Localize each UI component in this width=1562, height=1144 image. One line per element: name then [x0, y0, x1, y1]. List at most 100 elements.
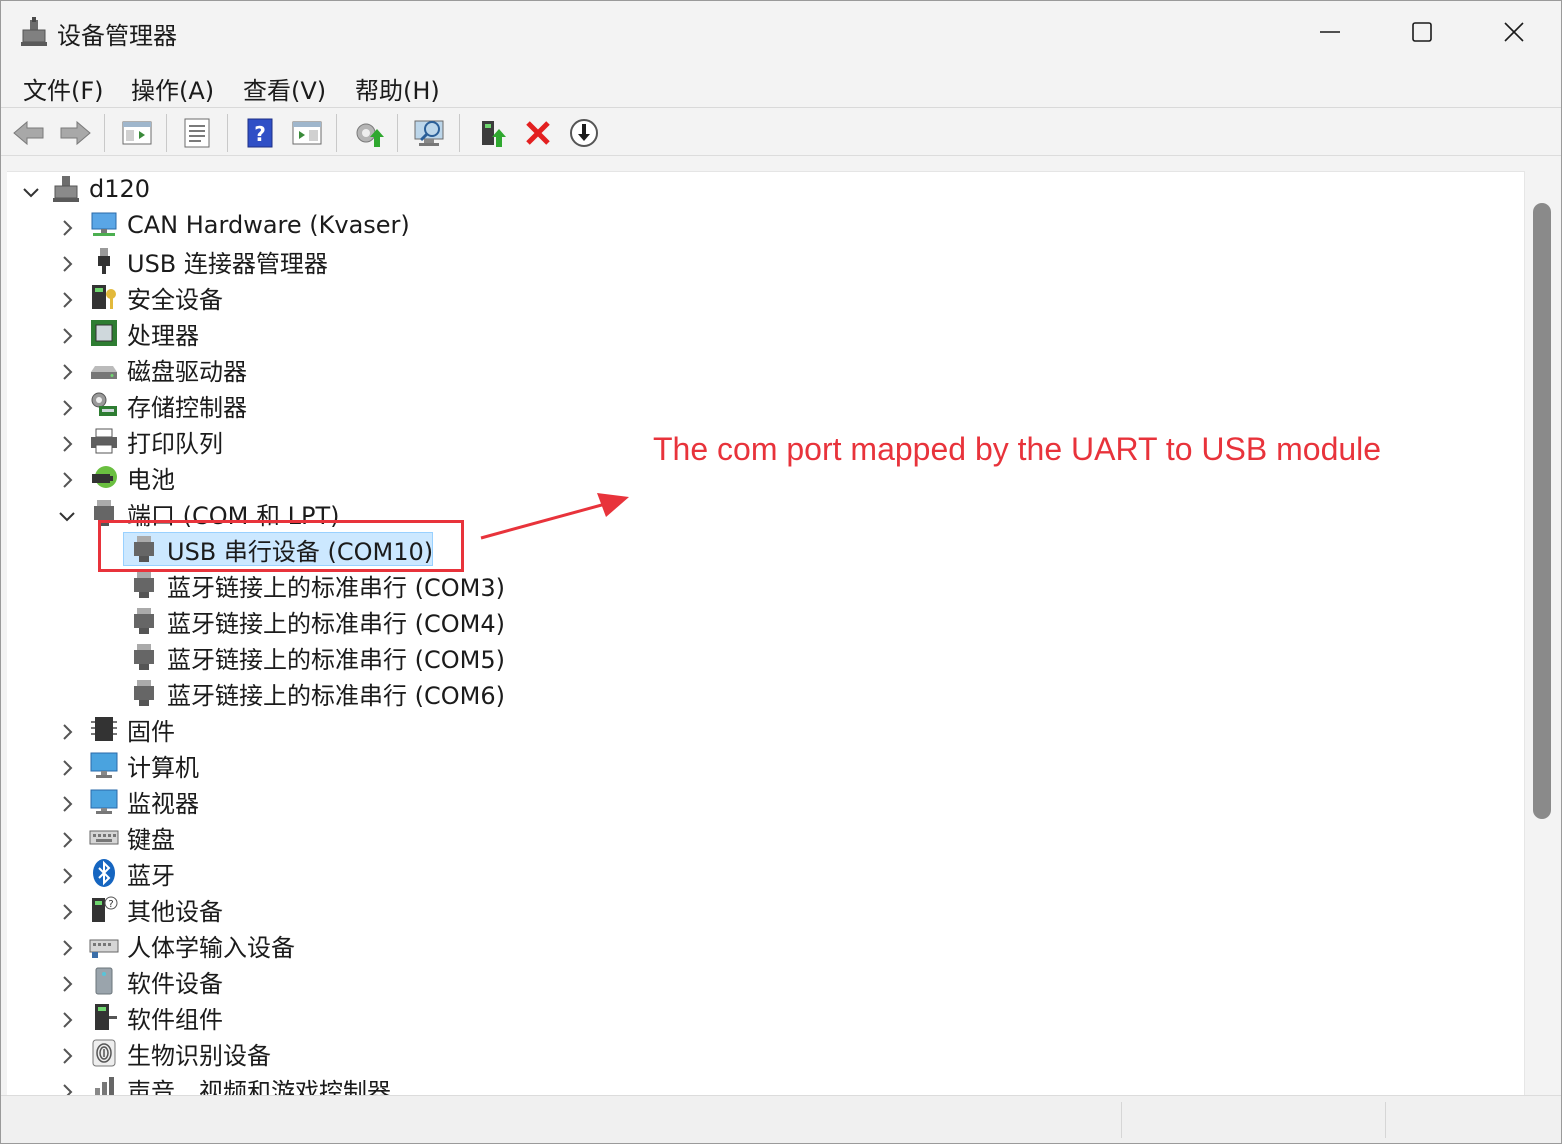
tree-item-storage-controllers[interactable]: 存储控制器	[89, 388, 247, 422]
tree-item-label: USB 连接器管理器	[127, 249, 328, 278]
chevron-right-icon[interactable]	[57, 794, 77, 814]
toolbar-separator	[227, 114, 228, 152]
status-cell	[1121, 1102, 1122, 1138]
storage-icon	[91, 392, 117, 416]
minimize-icon	[1320, 31, 1340, 33]
tree-item-label: 其他设备	[127, 897, 223, 926]
chevron-right-icon[interactable]	[57, 1082, 77, 1095]
tree-item-print-queues[interactable]: 打印队列	[89, 424, 223, 458]
tree-item-label: 生物识别设备	[127, 1041, 271, 1070]
battery-icon	[92, 466, 117, 488]
close-button[interactable]	[1468, 1, 1560, 63]
tree-item-can-hardware[interactable]: CAN Hardware (Kvaser)	[89, 208, 410, 242]
chevron-right-icon[interactable]	[57, 902, 77, 922]
menu-bar: 文件(F) 操作(A) 查看(V) 帮助(H)	[1, 63, 1561, 107]
chevron-right-icon[interactable]	[57, 974, 77, 994]
chevron-right-icon[interactable]	[57, 722, 77, 742]
action-pane-button[interactable]	[289, 116, 325, 150]
minimize-button[interactable]	[1284, 1, 1376, 63]
status-cell	[1385, 1102, 1386, 1138]
tree-item-software-devices[interactable]: 软件设备	[89, 964, 223, 998]
tree-item-security-devices[interactable]: 安全设备	[89, 280, 223, 314]
menu-file[interactable]: 文件(F)	[23, 71, 104, 106]
bluetooth-icon	[93, 859, 115, 887]
tree-item-biometric-devices[interactable]: 生物识别设备	[89, 1036, 271, 1070]
show-hide-tree-button[interactable]	[119, 116, 155, 150]
chevron-right-icon[interactable]	[57, 254, 77, 274]
status-bar	[1, 1095, 1561, 1143]
keyboard-icon	[89, 830, 119, 845]
chevron-right-icon[interactable]	[57, 218, 77, 238]
tree-item-hid[interactable]: 人体学输入设备	[89, 928, 295, 962]
tree-item-label: 固件	[127, 717, 175, 746]
update-driver-button[interactable]	[351, 116, 387, 150]
tree-item-disk-drives[interactable]: 磁盘驱动器	[89, 352, 247, 386]
forward-button[interactable]	[57, 116, 93, 150]
tree-root[interactable]: d120	[51, 172, 150, 206]
tree-item-batteries[interactable]: 电池	[89, 460, 175, 494]
chevron-right-icon[interactable]	[57, 362, 77, 382]
forward-icon	[60, 120, 91, 146]
chevron-right-icon[interactable]	[57, 290, 77, 310]
tree-item-sound-video-game[interactable]: 声音、视频和游戏控制器	[89, 1072, 391, 1095]
action-pane-icon	[292, 121, 322, 145]
properties-button[interactable]	[179, 116, 215, 150]
tree-item-bluetooth[interactable]: 蓝牙	[89, 856, 175, 890]
svg-text:?: ?	[254, 122, 266, 146]
enable-device-icon	[482, 121, 506, 147]
maximize-button[interactable]	[1376, 1, 1468, 63]
show-hide-tree-icon	[122, 121, 152, 145]
chevron-down-icon[interactable]	[21, 182, 41, 202]
tree-item-keyboards[interactable]: 键盘	[89, 820, 175, 854]
chevron-right-icon[interactable]	[57, 1010, 77, 1030]
back-button[interactable]	[11, 116, 47, 150]
tree-item-other-devices[interactable]: ? 其他设备	[89, 892, 223, 926]
tree-item-bt-serial-com3[interactable]: 蓝牙链接上的标准串行 (COM3)	[129, 568, 505, 602]
chevron-right-icon[interactable]	[57, 326, 77, 346]
maximize-icon	[1412, 22, 1432, 42]
help-button[interactable]: ?	[242, 116, 278, 150]
uninstall-icon	[526, 121, 550, 145]
enable-device-button[interactable]	[475, 116, 511, 150]
toolbar-separator	[166, 114, 167, 152]
annotation-highlight-box	[98, 520, 464, 572]
tree-item-label: 打印队列	[127, 429, 223, 458]
svg-text:?: ?	[108, 899, 113, 910]
serial-port-icon	[134, 680, 154, 706]
chevron-right-icon[interactable]	[57, 1046, 77, 1066]
tree-item-label: 安全设备	[127, 285, 223, 314]
tree-item-label: 计算机	[127, 753, 199, 782]
update-driver-icon	[356, 123, 384, 147]
monitor-icon	[90, 789, 118, 814]
menu-action[interactable]: 操作(A)	[131, 71, 214, 106]
tree-item-bt-serial-com6[interactable]: 蓝牙链接上的标准串行 (COM6)	[129, 676, 505, 710]
help-icon: ?	[247, 118, 273, 148]
chevron-right-icon[interactable]	[57, 830, 77, 850]
chevron-down-icon[interactable]	[57, 506, 77, 526]
chevron-right-icon[interactable]	[57, 938, 77, 958]
tree-item-computer[interactable]: 计算机	[89, 748, 199, 782]
scrollbar-thumb[interactable]	[1533, 203, 1551, 819]
menu-view[interactable]: 查看(V)	[243, 71, 326, 106]
chevron-right-icon[interactable]	[57, 470, 77, 490]
chevron-right-icon[interactable]	[57, 434, 77, 454]
vertical-scrollbar[interactable]	[1524, 171, 1560, 1095]
tree-item-monitors[interactable]: 监视器	[89, 784, 199, 818]
toolbar-separator	[459, 114, 460, 152]
toolbar: ?	[1, 108, 1561, 156]
uninstall-device-button[interactable]	[520, 116, 556, 150]
tree-item-firmware[interactable]: 固件	[89, 712, 175, 746]
tree-item-software-components[interactable]: 软件组件	[89, 1000, 223, 1034]
disable-device-button[interactable]	[566, 116, 602, 150]
menu-help[interactable]: 帮助(H)	[355, 71, 440, 106]
tree-item-processors[interactable]: 处理器	[89, 316, 199, 350]
tree-item-bt-serial-com4[interactable]: 蓝牙链接上的标准串行 (COM4)	[129, 604, 505, 638]
chevron-right-icon[interactable]	[57, 758, 77, 778]
tree-item-label: 键盘	[127, 825, 175, 854]
serial-port-icon	[134, 644, 154, 670]
chevron-right-icon[interactable]	[57, 398, 77, 418]
tree-item-bt-serial-com5[interactable]: 蓝牙链接上的标准串行 (COM5)	[129, 640, 505, 674]
tree-item-usb-connector-manager[interactable]: USB 连接器管理器	[89, 244, 328, 278]
scan-hardware-button[interactable]	[412, 116, 448, 150]
chevron-right-icon[interactable]	[57, 866, 77, 886]
